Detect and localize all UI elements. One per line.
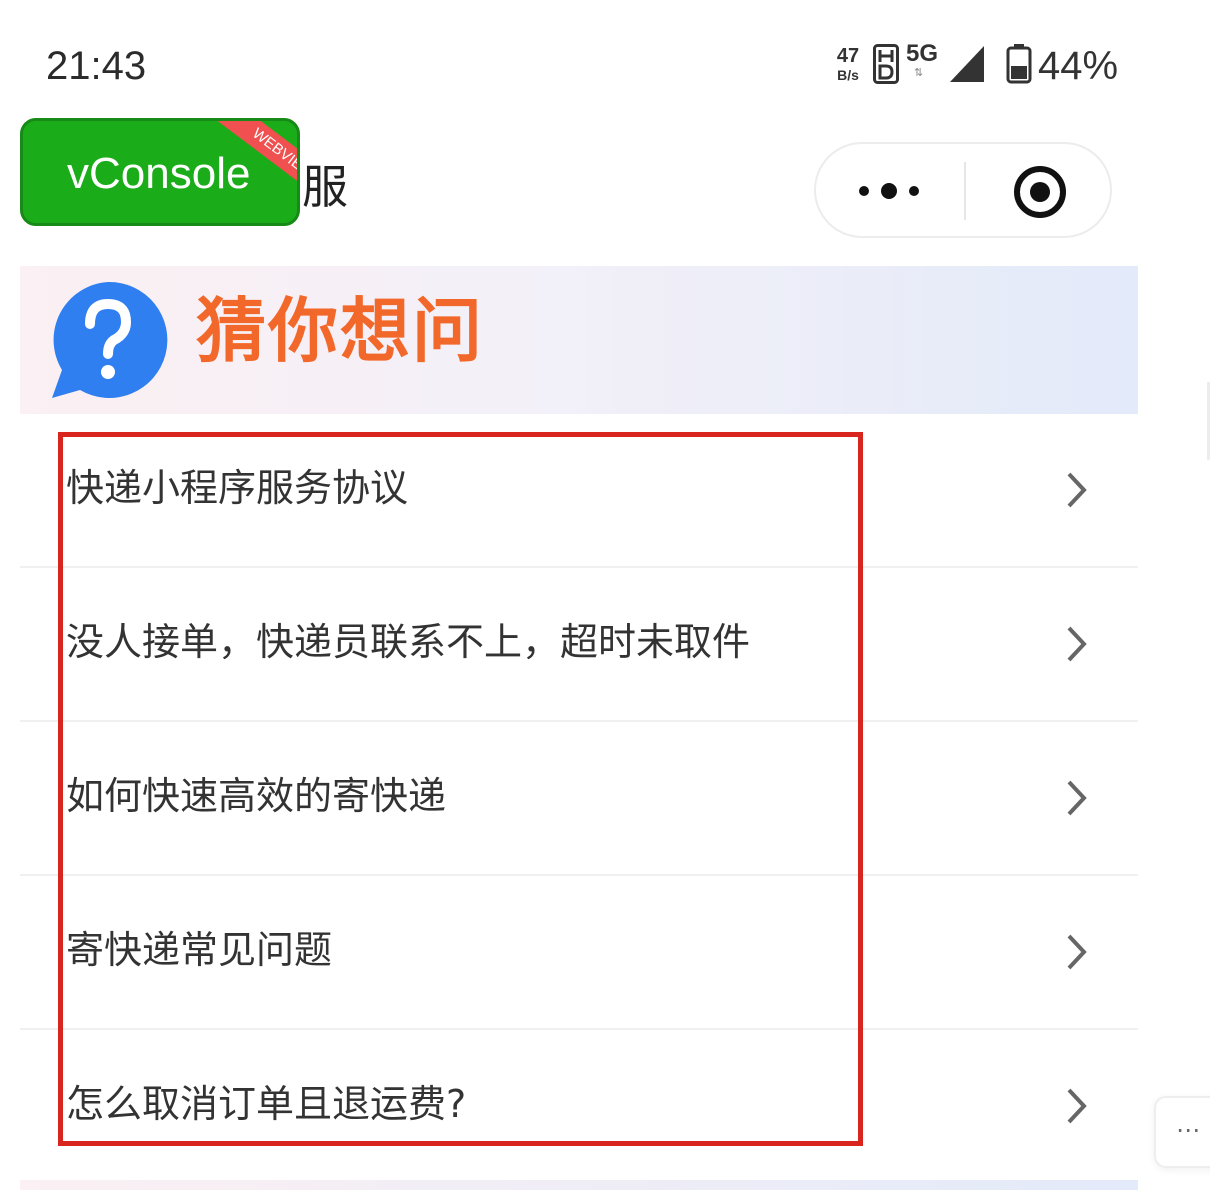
faq-item-label: 如何快速高效的寄快递: [66, 774, 447, 818]
floating-more-button[interactable]: ⋯: [1154, 1096, 1210, 1168]
faq-item-label: 怎么取消订单且退运费?: [66, 1082, 467, 1126]
faq-item-label: 没人接单，快递员联系不上，超时未取件: [66, 620, 751, 664]
faq-item[interactable]: 如何快速高效的寄快递: [20, 722, 1138, 876]
vconsole-label: vConsole: [67, 149, 251, 198]
faq-item[interactable]: 怎么取消订单且退运费?: [20, 1030, 1138, 1184]
chevron-right-icon: [1067, 472, 1087, 508]
faq-item-label: 寄快递常见问题: [66, 928, 333, 972]
more-options-icon[interactable]: [858, 176, 922, 206]
chevron-right-icon: [1067, 780, 1087, 816]
network-speed-unit: B/s: [837, 67, 859, 83]
faq-item[interactable]: 没人接单，快递员联系不上，超时未取件: [20, 568, 1138, 722]
data-arrows-icon: ⇅: [914, 66, 924, 79]
banner-title: 猜你想问: [196, 290, 484, 372]
page-title: 服: [302, 160, 348, 214]
more-horizontal-icon: ⋯: [1176, 1116, 1203, 1144]
battery-percent: 44%: [1038, 44, 1119, 88]
vconsole-button[interactable]: vConsole WEBVIEW: [20, 118, 300, 226]
network-speed: 47 B/s: [833, 46, 863, 82]
battery-icon: [1006, 44, 1032, 84]
mini-program-capsule: [814, 142, 1112, 238]
faq-banner: 猜你想问: [20, 266, 1138, 414]
status-bar: 21:43 47 B/s 5G ⇅ 44%: [0, 0, 1210, 120]
faq-item[interactable]: 快递小程序服务协议: [20, 414, 1138, 568]
status-time: 21:43: [46, 44, 147, 88]
chevron-right-icon: [1067, 626, 1087, 662]
faq-list: 快递小程序服务协议 没人接单，快递员联系不上，超时未取件 如何快速高效的寄快递 …: [20, 414, 1138, 1184]
faq-item[interactable]: 寄快递常见问题: [20, 876, 1138, 1030]
faq-item-label: 快递小程序服务协议: [66, 466, 409, 510]
capsule-divider: [964, 162, 966, 220]
hd-voice-icon: [873, 44, 899, 84]
network-type: 5G ⇅: [906, 42, 946, 86]
network-speed-value: 47: [836, 45, 860, 67]
chevron-right-icon: [1067, 934, 1087, 970]
chevron-right-icon: [1067, 1088, 1087, 1124]
close-mini-program-icon[interactable]: [1012, 164, 1068, 220]
question-bubble-icon: [52, 281, 168, 398]
signal-icon: [950, 46, 984, 82]
next-section-strip: [20, 1180, 1138, 1190]
network-type-label: 5G: [906, 40, 939, 67]
